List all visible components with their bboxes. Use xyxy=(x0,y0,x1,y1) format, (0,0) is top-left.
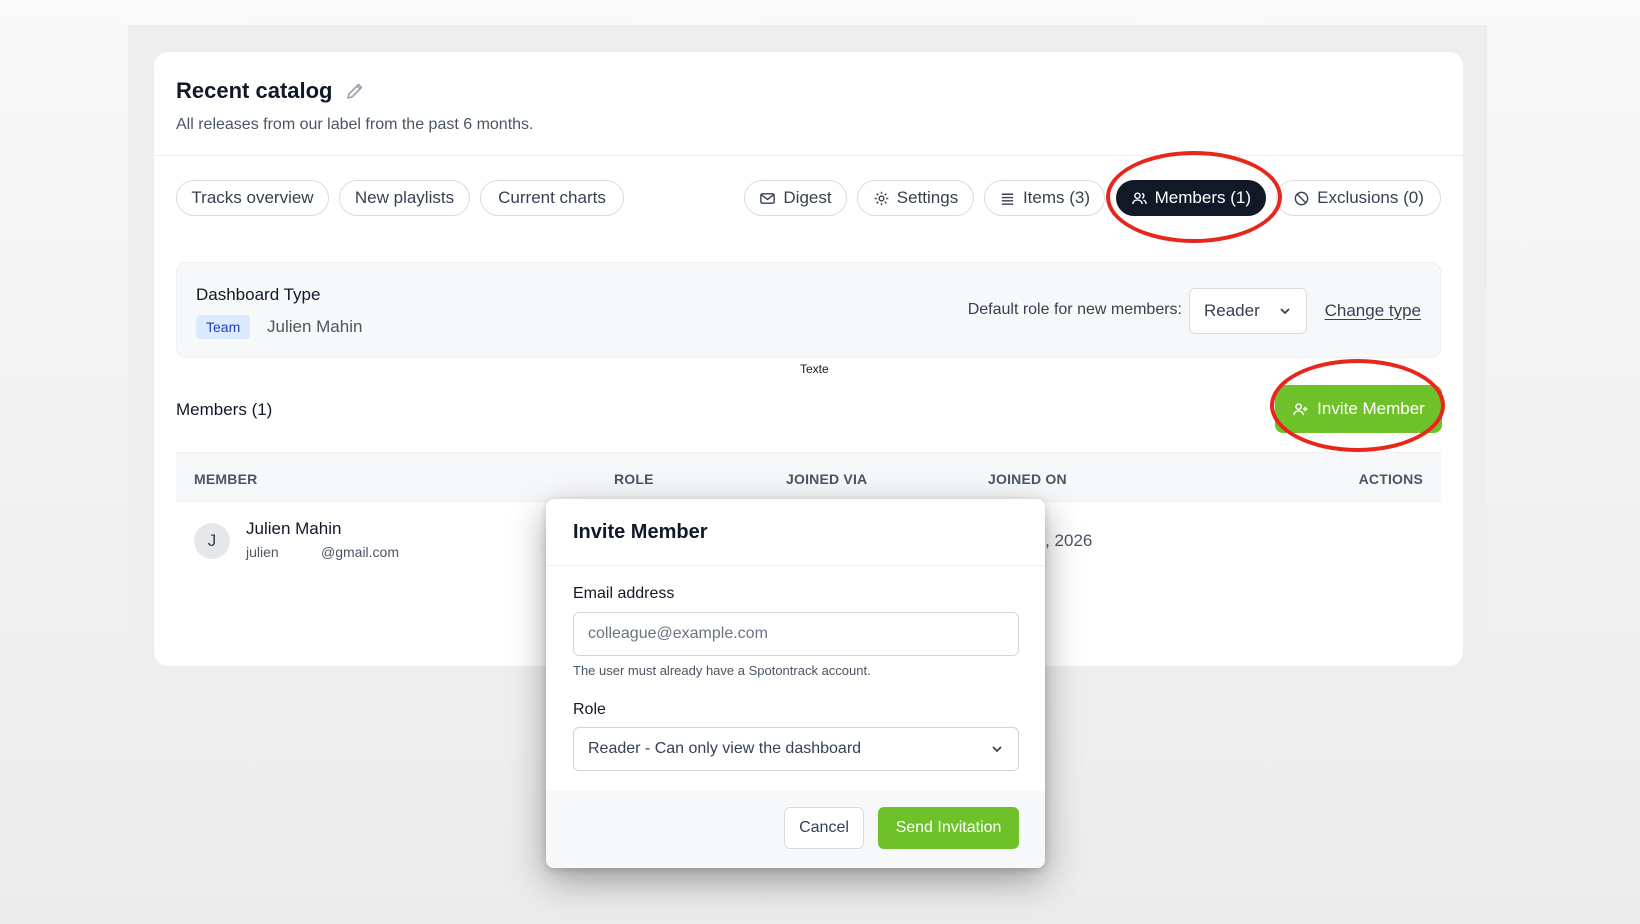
column-joined-on: JOINED ON xyxy=(988,471,1067,487)
page-title-text: Recent catalog xyxy=(176,78,333,103)
member-email-user: julien xyxy=(246,544,279,560)
page-title: Recent catalog xyxy=(176,78,365,104)
default-role-label: Default role for new members: xyxy=(967,301,1182,318)
view-current-charts[interactable]: Current charts xyxy=(480,180,624,216)
member-email-domain: @gmail.com xyxy=(321,544,400,560)
default-role-select[interactable]: Reader xyxy=(1189,288,1307,334)
ban-icon xyxy=(1294,191,1309,205)
email-field[interactable] xyxy=(573,612,1019,656)
annotation-text: Texte xyxy=(800,362,829,376)
chevron-down-icon xyxy=(992,746,1002,753)
dashboard-type-panel: Dashboard Type Team Julien Mahin Default… xyxy=(176,262,1441,358)
members-table-header: MEMBER ROLE JOINED VIA JOINED ON ACTIONS xyxy=(176,452,1441,502)
tab-items-label: Items (3) xyxy=(1022,188,1090,207)
dashboard-owner: Julien Mahin xyxy=(267,317,363,336)
member-name: Julien Mahin xyxy=(246,519,342,538)
highlight-ring-invite-button xyxy=(1270,359,1445,452)
tab-exclusions[interactable]: Exclusions (0) xyxy=(1276,180,1441,216)
avatar: J xyxy=(194,523,230,559)
email-hint: The user must already have a Spotontrack… xyxy=(573,663,871,678)
tab-settings[interactable]: Settings xyxy=(857,180,974,216)
email-label: Email address xyxy=(573,585,675,602)
members-heading: Members (1) xyxy=(176,400,273,419)
tab-digest[interactable]: Digest xyxy=(744,180,847,216)
modal-footer: Cancel Send Invitation xyxy=(546,791,1045,868)
modal-title: Invite Member xyxy=(573,521,708,543)
invite-member-modal: Invite Member Email address The user mus… xyxy=(546,499,1045,868)
tab-exclusions-label: Exclusions (0) xyxy=(1317,188,1424,207)
view-new-playlists[interactable]: New playlists xyxy=(339,180,470,216)
role-select[interactable]: Reader - Can only view the dashboard xyxy=(573,727,1019,771)
team-badge: Team xyxy=(196,315,251,339)
page-subtitle: All releases from our label from the pas… xyxy=(176,116,534,133)
role-label: Role xyxy=(573,701,606,718)
chevron-down-icon xyxy=(1280,308,1290,315)
card-header: Recent catalog All releases from our lab… xyxy=(154,52,1463,156)
tab-items[interactable]: Items (3) xyxy=(984,180,1105,216)
change-type-link[interactable]: Change type xyxy=(1325,301,1421,321)
column-member: MEMBER xyxy=(194,471,258,487)
tab-digest-label: Digest xyxy=(783,188,832,207)
dashboard-type-title: Dashboard Type xyxy=(196,285,321,304)
edit-pencil-icon[interactable] xyxy=(345,81,365,101)
column-actions: ACTIONS xyxy=(1358,471,1423,487)
role-select-value: Reader - Can only view the dashboard xyxy=(588,740,862,757)
column-role: ROLE xyxy=(614,471,654,487)
default-role-value: Reader xyxy=(1204,301,1260,320)
highlight-ring-members-tab xyxy=(1106,151,1282,243)
cancel-button[interactable]: Cancel xyxy=(784,807,864,849)
gear-icon xyxy=(874,191,889,205)
modal-divider xyxy=(546,565,1045,566)
column-joined-via: JOINED VIA xyxy=(786,471,868,487)
envelope-icon xyxy=(760,192,776,204)
view-tracks-overview[interactable]: Tracks overview xyxy=(176,180,329,216)
list-icon xyxy=(1001,193,1014,205)
tab-settings-label: Settings xyxy=(896,188,959,207)
send-invitation-button[interactable]: Send Invitation xyxy=(878,807,1019,849)
